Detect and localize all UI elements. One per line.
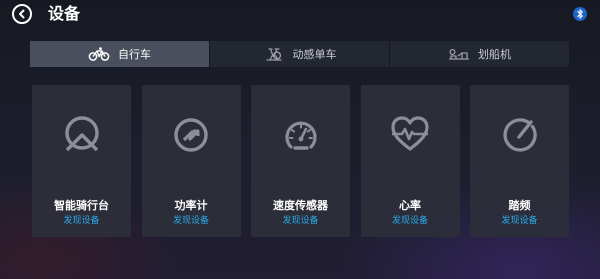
tab-label: 划船机	[478, 48, 511, 61]
chevron-left-icon	[19, 9, 25, 19]
category-tabs: 自行车 动感单车 划船机	[30, 41, 569, 67]
device-status: 发现设备	[501, 216, 538, 226]
device-name: 心率	[399, 199, 421, 212]
device-card-heart-rate[interactable]: 心率 发现设备	[360, 85, 460, 237]
power-meter-icon	[174, 118, 208, 152]
device-status: 发现设备	[63, 216, 100, 226]
device-list: 智能骑行台 发现设备 功率计 发现设备 速度传感器 发现设备 心率 发现设备 踏…	[32, 85, 569, 237]
page-title: 设备	[48, 4, 81, 23]
device-card-cadence[interactable]: 踏频 发现设备	[470, 85, 569, 237]
tab-label: 自行车	[118, 48, 151, 61]
device-status: 发现设备	[282, 216, 319, 226]
smart-trainer-icon	[64, 116, 99, 152]
device-status: 发现设备	[391, 216, 428, 226]
device-name: 速度传感器	[273, 199, 328, 212]
device-card-speed-sensor[interactable]: 速度传感器 发现设备	[251, 85, 350, 237]
cadence-icon	[502, 118, 537, 152]
back-button[interactable]	[12, 4, 32, 24]
bluetooth-icon[interactable]	[573, 6, 587, 22]
tab-label: 动感单车	[292, 48, 337, 61]
device-status: 发现设备	[172, 216, 209, 226]
tab-bicycle[interactable]: 自行车	[30, 41, 210, 67]
speedometer-icon	[284, 121, 317, 150]
header: 设备	[0, 0, 600, 28]
tab-spin-bike[interactable]: 动感单车	[210, 41, 390, 67]
device-name: 智能骑行台	[54, 199, 109, 212]
bicycle-icon	[88, 47, 110, 61]
spin-bike-icon	[265, 48, 282, 61]
device-name: 踏频	[508, 199, 531, 212]
device-name: 功率计	[174, 199, 208, 212]
rowing-machine-icon	[449, 48, 469, 60]
tab-rowing-machine[interactable]: 划船机	[390, 41, 569, 67]
heart-rate-icon	[391, 116, 429, 151]
device-card-smart-trainer[interactable]: 智能骑行台 发现设备	[32, 85, 131, 237]
device-card-power-meter[interactable]: 功率计 发现设备	[141, 85, 241, 237]
